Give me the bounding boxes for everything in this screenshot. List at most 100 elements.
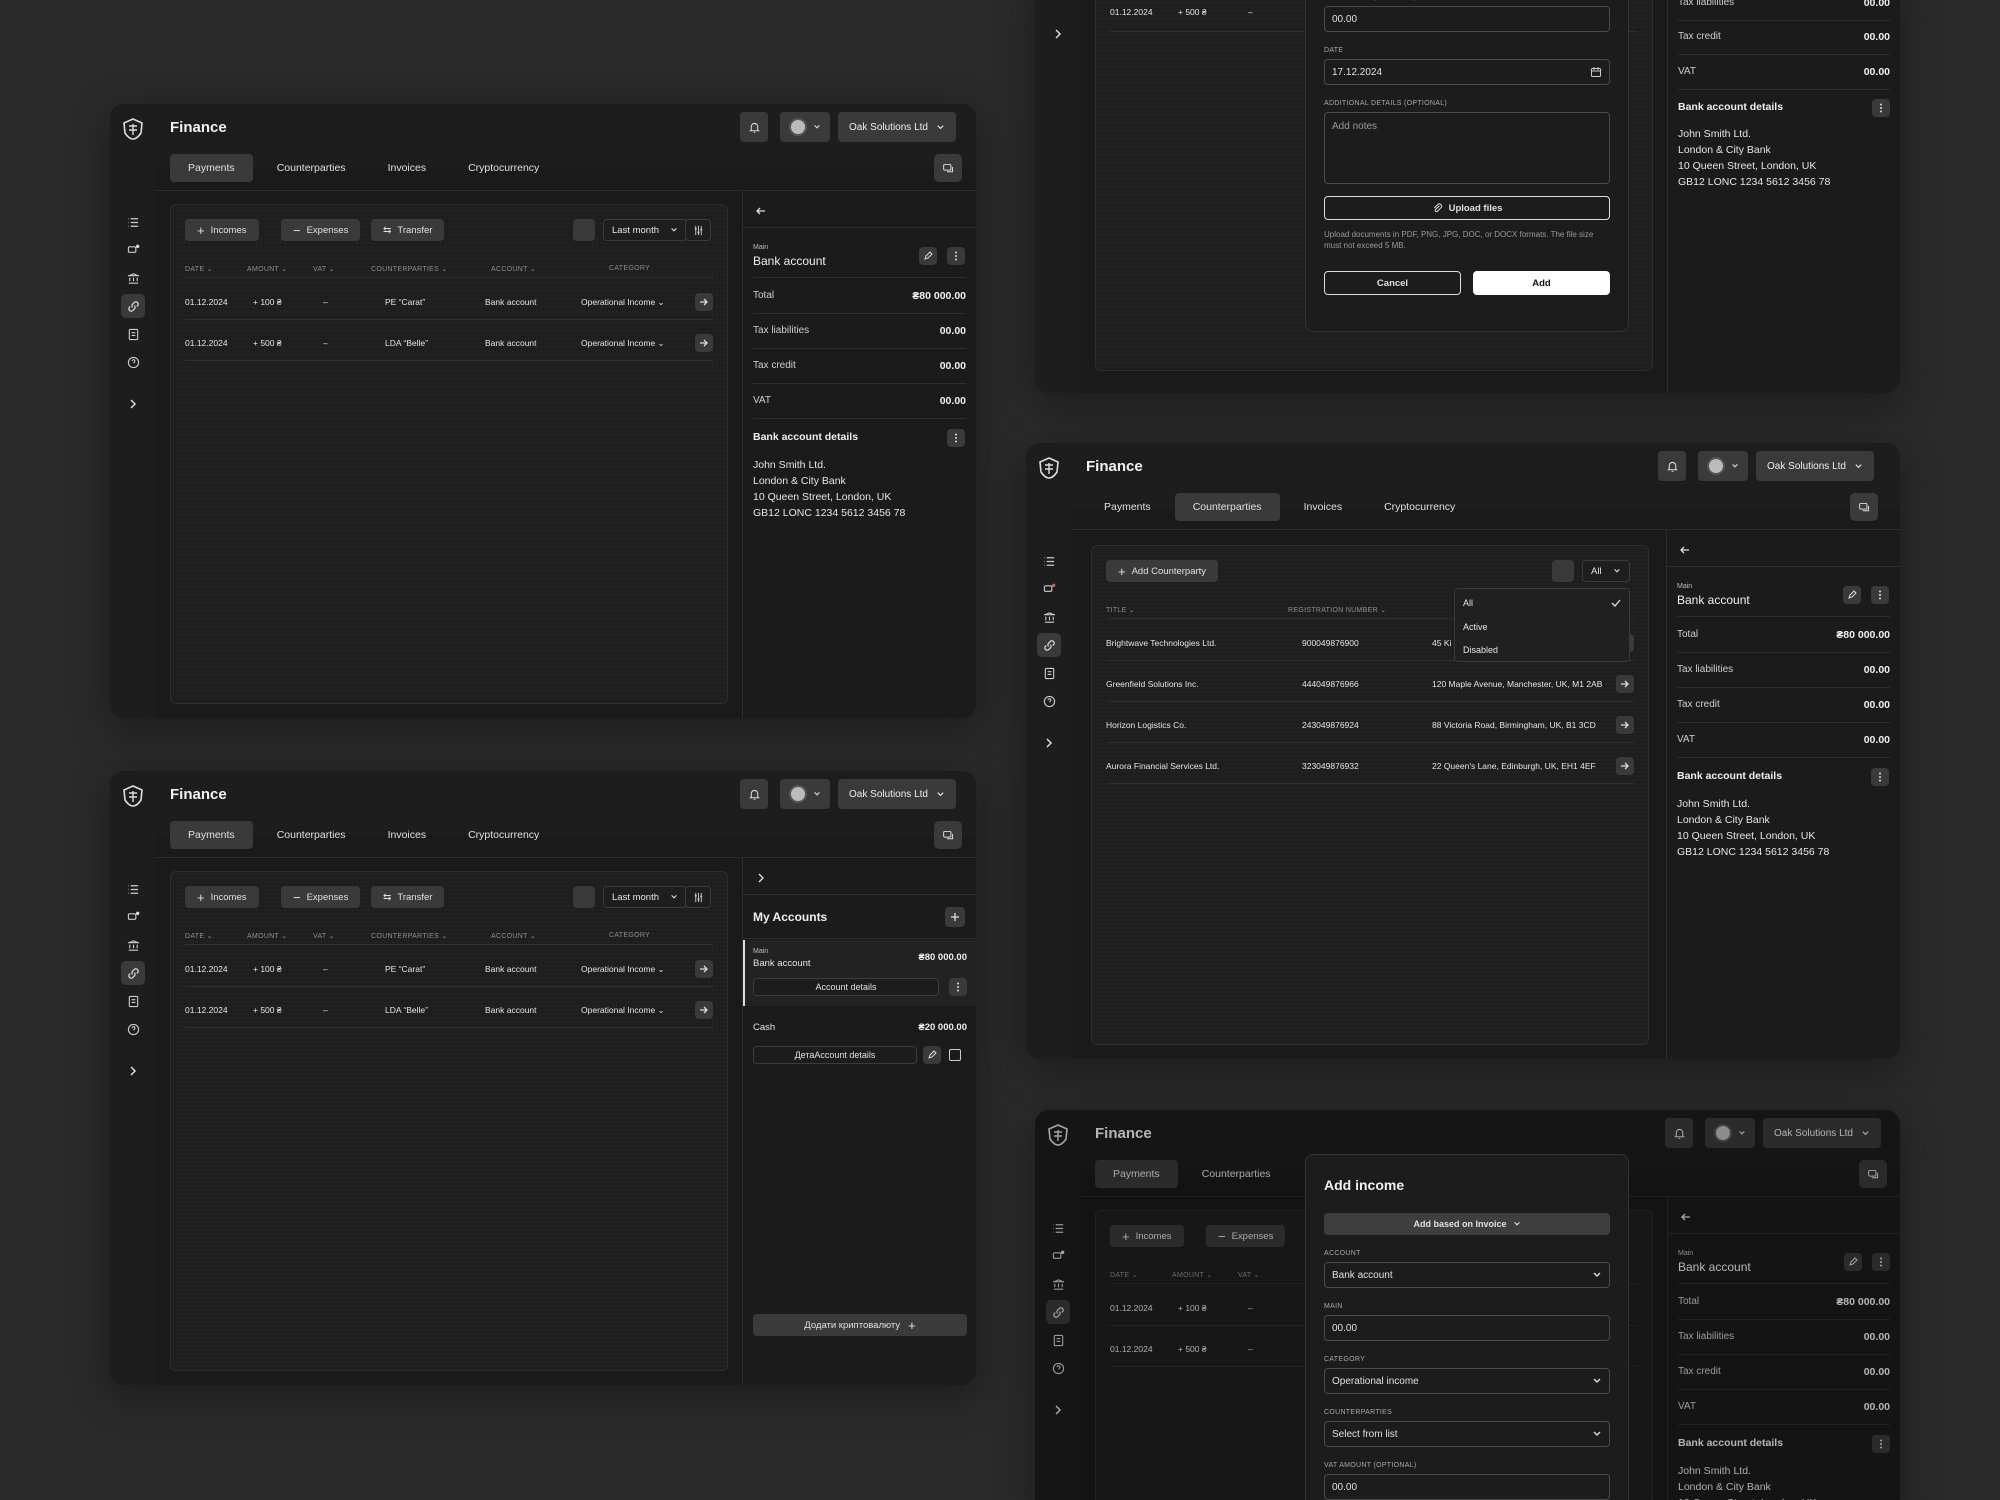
col-registration-number[interactable]: REGISTRATION NUMBER ⌄ [1288,606,1386,614]
sidebar-help-icon[interactable] [121,1017,145,1041]
more-button[interactable] [949,978,967,996]
date-input[interactable]: 17.12.2024 [1324,59,1610,85]
collapse-arrow-icon[interactable] [755,872,767,884]
account-details-button[interactable]: Account details [753,978,939,996]
edit-button[interactable] [923,1046,941,1064]
sidebar-messages-icon[interactable] [121,905,145,929]
col-vat[interactable]: VAT ⌄ [313,265,335,273]
sidebar-bank-icon[interactable] [1037,605,1061,629]
notifications-button[interactable] [740,112,768,142]
sidebar-documents-icon[interactable] [121,322,145,346]
account-select[interactable]: Bank account [1324,1262,1610,1288]
tab-counterparties[interactable]: Counterparties [259,821,364,849]
col-category[interactable]: CATEGORY [609,265,650,272]
tab-cryptocurrency[interactable]: Cryptocurrency [1366,493,1473,521]
open-row-button[interactable] [695,1001,713,1019]
notifications-button[interactable] [1658,451,1686,481]
col-amount[interactable]: AMOUNT ⌄ [247,265,287,273]
incomes-button[interactable]: + Incomes [185,886,259,908]
notifications-button[interactable] [740,779,768,809]
transfer-button[interactable]: ⇆ Transfer [371,886,445,908]
period-select[interactable]: Last month [603,886,687,908]
transfer-button[interactable]: ⇆ Transfer [371,219,445,241]
col-amount[interactable]: AMOUNT ⌄ [247,932,287,940]
col-account[interactable]: ACCOUNT ⌄ [491,265,536,273]
filter-option-disabled[interactable]: Disabled [1455,640,1629,660]
col-vat[interactable]: VAT ⌄ [313,932,335,940]
incomes-button[interactable]: + Incomes [185,219,259,241]
open-row-button[interactable] [695,293,713,311]
user-menu-button[interactable] [780,779,830,809]
company-select[interactable]: Oak Solutions Ltd [838,112,956,142]
filter-option-active[interactable]: Active [1455,617,1629,637]
sidebar-bank-icon[interactable] [121,933,145,957]
sidebar-expand-icon[interactable] [1037,731,1061,755]
add-counterparty-button[interactable]: + Add Counterparty [1106,560,1219,582]
open-row-button[interactable] [695,334,713,352]
sidebar-list-icon[interactable] [1037,549,1061,573]
user-menu-button[interactable] [780,112,830,142]
sidebar-messages-icon[interactable] [1037,577,1061,601]
col-date[interactable]: DATE ⌄ [185,265,213,273]
settings-button[interactable] [685,219,711,241]
col-counterparties[interactable]: COUNTERPARTIES ⌄ [371,932,448,940]
more-button[interactable] [1871,586,1889,604]
company-select[interactable]: Oak Solutions Ltd [838,779,956,809]
col-date[interactable]: DATE ⌄ [185,932,213,940]
tab-counterparties[interactable]: Counterparties [259,154,364,182]
sidebar-expand-icon[interactable] [121,392,145,416]
expenses-button[interactable]: − Expenses [281,886,361,908]
status-filter-select[interactable]: All [1582,560,1630,582]
period-select[interactable]: Last month [603,219,687,241]
account-card-cash[interactable]: Cash ₴20 000.00 ДетаAccount details [743,1008,976,1074]
edit-button[interactable] [1843,586,1861,604]
back-arrow-icon[interactable] [755,205,767,217]
counterparties-select[interactable]: Select from list [1324,1421,1610,1447]
main-amount-input[interactable]: 00.00 [1324,1315,1610,1341]
sidebar-bank-icon[interactable] [121,266,145,290]
sidebar-messages-icon[interactable] [121,238,145,262]
sidebar-help-icon[interactable] [1037,689,1061,713]
back-arrow-icon[interactable] [1679,544,1691,556]
upload-files-button[interactable]: Upload files [1324,196,1610,220]
sidebar-payments-icon[interactable] [1037,633,1061,657]
chat-button[interactable] [934,821,962,849]
expenses-button[interactable]: − Expenses [281,219,361,241]
cancel-button[interactable]: Cancel [1324,271,1461,295]
notes-textarea[interactable]: Add notes [1324,112,1610,184]
sidebar-documents-icon[interactable] [121,989,145,1013]
add-button[interactable]: Add [1473,271,1610,295]
chat-button[interactable] [1850,493,1878,521]
checkbox[interactable] [949,1049,961,1061]
account-details-button[interactable]: ДетаAccount details [753,1046,917,1064]
account-card-main[interactable]: Main Bank account ₴80 000.00 Account det… [743,940,976,1006]
sidebar-payments-icon[interactable] [121,961,145,985]
vat-input[interactable]: 00.00 [1324,6,1610,32]
more-button[interactable] [947,247,965,265]
chat-button[interactable] [934,154,962,182]
sidebar-documents-icon[interactable] [1037,661,1061,685]
sidebar-help-icon[interactable] [121,350,145,374]
tab-cryptocurrency[interactable]: Cryptocurrency [450,821,557,849]
open-row-button[interactable] [1616,757,1634,775]
col-account[interactable]: ACCOUNT ⌄ [491,932,536,940]
filter-toggle[interactable] [573,219,595,241]
edit-button[interactable] [919,247,937,265]
open-row-button[interactable] [695,960,713,978]
open-row-button[interactable] [1616,675,1634,693]
add-account-button[interactable] [945,907,965,927]
tab-counterparties[interactable]: Counterparties [1174,493,1280,521]
tab-payments[interactable]: Payments [170,154,253,182]
add-crypto-button[interactable]: Додати криптовалюту + [753,1314,967,1336]
sidebar-payments-icon[interactable] [121,294,145,318]
tab-payments[interactable]: Payments [1086,493,1169,521]
sidebar-list-icon[interactable] [121,210,145,234]
tab-payments[interactable]: Payments [170,821,253,849]
sidebar-expand-icon[interactable] [121,1059,145,1083]
tab-invoices[interactable]: Invoices [370,154,445,182]
col-counterparties[interactable]: COUNTERPARTIES ⌄ [371,265,448,273]
details-more-button[interactable] [1872,99,1890,117]
col-title[interactable]: TITLE ⌄ [1106,606,1135,614]
sidebar-list-icon[interactable] [121,877,145,901]
filter-toggle[interactable] [1552,560,1574,582]
